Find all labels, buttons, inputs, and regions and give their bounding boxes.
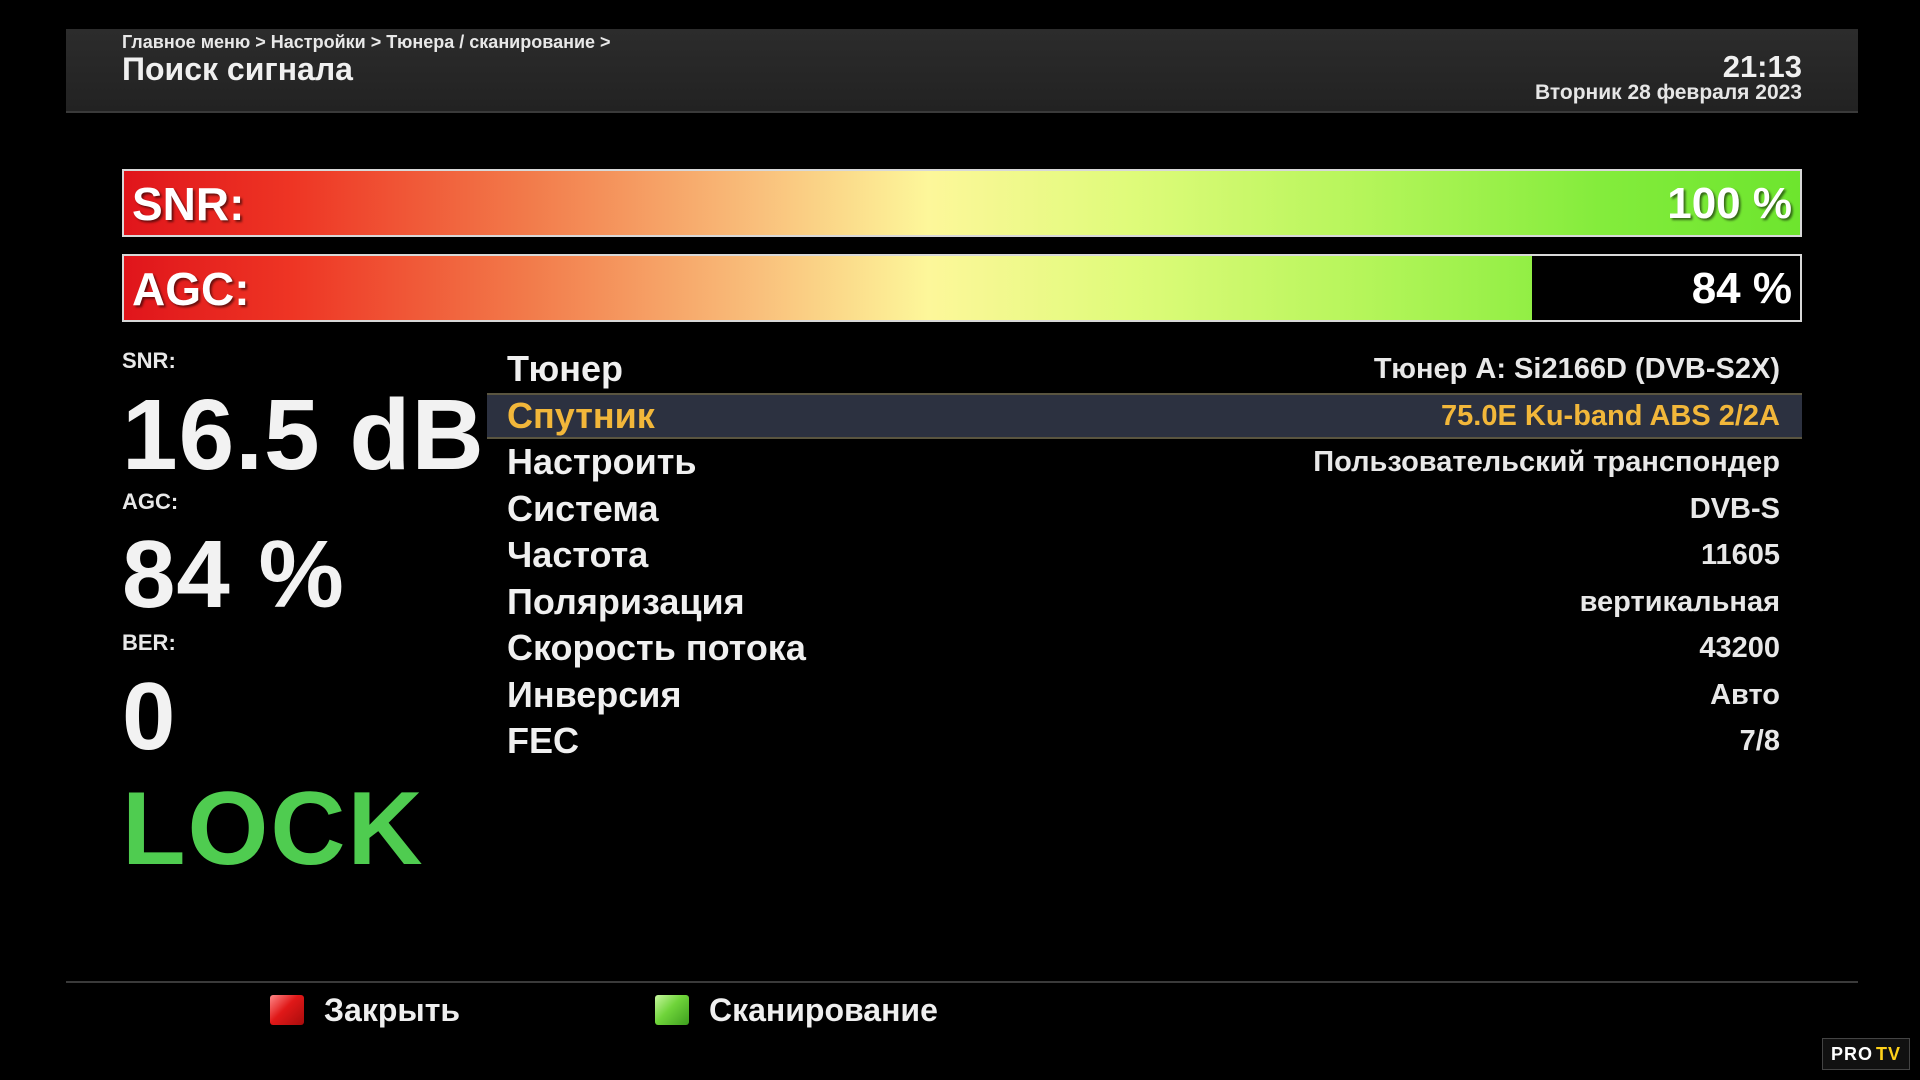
- close-button[interactable]: Закрыть: [270, 990, 460, 1030]
- green-key-icon: [655, 995, 689, 1025]
- setting-row-tuner[interactable]: Тюнер Тюнер A: Si2166D (DVB-S2X): [487, 346, 1802, 393]
- snr-bar-value: 100 %: [1667, 179, 1792, 228]
- setting-row-polarization[interactable]: Поляризация вертикальная: [487, 579, 1802, 626]
- setting-label: Поляризация: [507, 580, 745, 622]
- setting-value: 43200: [1699, 632, 1780, 664]
- setting-row-system[interactable]: Система DVB-S: [487, 486, 1802, 533]
- logo-tv-text: TV: [1876, 1043, 1902, 1064]
- snr-stat-value: 16.5 dB: [122, 379, 485, 491]
- setting-value: DVB-S: [1689, 492, 1780, 525]
- ber-stat-value: 0: [122, 663, 177, 770]
- setting-label: Тюнер: [507, 348, 624, 389]
- red-key-icon: [270, 995, 304, 1025]
- setting-value: Тюнер A: Si2166D (DVB-S2X): [1373, 353, 1780, 385]
- signal-search-screen: Главное меню > Настройки > Тюнера / скан…: [0, 0, 1920, 1080]
- footer-divider: [66, 981, 1858, 983]
- date: Вторник 28 февраля 2023: [1534, 81, 1802, 104]
- ber-stat-label: BER:: [122, 630, 176, 655]
- setting-value: Пользовательский транспондер: [1313, 446, 1780, 478]
- agc-bar-label: AGC:: [132, 263, 250, 315]
- snr-bar-fill: [124, 171, 1800, 235]
- setting-row-inversion[interactable]: Инверсия Авто: [487, 672, 1802, 719]
- snr-bar: SNR: 100 %: [122, 169, 1802, 237]
- setting-value: 75.0E Ku-band ABS 2/2A: [1441, 399, 1780, 432]
- channel-logo: PRO TV: [1822, 1038, 1910, 1070]
- scan-button-label: Сканирование: [709, 991, 938, 1028]
- setting-label: Спутник: [507, 394, 655, 436]
- snr-stat-label: SNR:: [122, 348, 176, 373]
- setting-label: Система: [507, 487, 659, 529]
- setting-row-satellite[interactable]: Спутник 75.0E Ku-band ABS 2/2A: [487, 392, 1802, 439]
- breadcrumb: Главное меню > Настройки > Тюнера / скан…: [122, 32, 611, 52]
- snr-bar-label: SNR:: [132, 178, 245, 230]
- agc-stat-label: AGC:: [122, 489, 179, 514]
- scan-button[interactable]: Сканирование: [655, 990, 938, 1030]
- setting-row-tune[interactable]: Настроить Пользовательский транспондер: [487, 439, 1802, 486]
- setting-label: Настроить: [507, 441, 697, 482]
- agc-bar: AGC: 84 %: [122, 254, 1802, 322]
- header-bar: Главное меню > Настройки > Тюнера / скан…: [66, 29, 1858, 113]
- setting-value: вертикальная: [1579, 585, 1780, 618]
- logo-pro-text: PRO: [1830, 1043, 1873, 1064]
- setting-value: 11605: [1700, 539, 1780, 571]
- agc-bar-fill: [124, 256, 1532, 320]
- setting-row-symbol-rate[interactable]: Скорость потока 43200: [487, 625, 1802, 672]
- tuner-settings-list: Тюнер Тюнер A: Si2166D (DVB-S2X) Спутник…: [487, 346, 1802, 765]
- agc-bar-value: 84 %: [1691, 264, 1792, 313]
- lock-status: LOCK: [122, 771, 425, 887]
- setting-row-frequency[interactable]: Частота 11605: [487, 532, 1802, 579]
- setting-label: FEC: [507, 720, 579, 761]
- close-button-label: Закрыть: [324, 991, 461, 1028]
- setting-value: 7/8: [1739, 725, 1780, 757]
- setting-row-fec[interactable]: FEC 7/8: [487, 718, 1802, 765]
- page-title: Поиск сигнала: [122, 51, 353, 87]
- agc-stat-value: 84 %: [122, 521, 345, 628]
- setting-label: Скорость потока: [507, 627, 806, 668]
- setting-label: Инверсия: [507, 673, 682, 715]
- setting-value: Авто: [1710, 678, 1780, 711]
- clock: 21:13: [1722, 49, 1802, 84]
- setting-label: Частота: [507, 534, 649, 575]
